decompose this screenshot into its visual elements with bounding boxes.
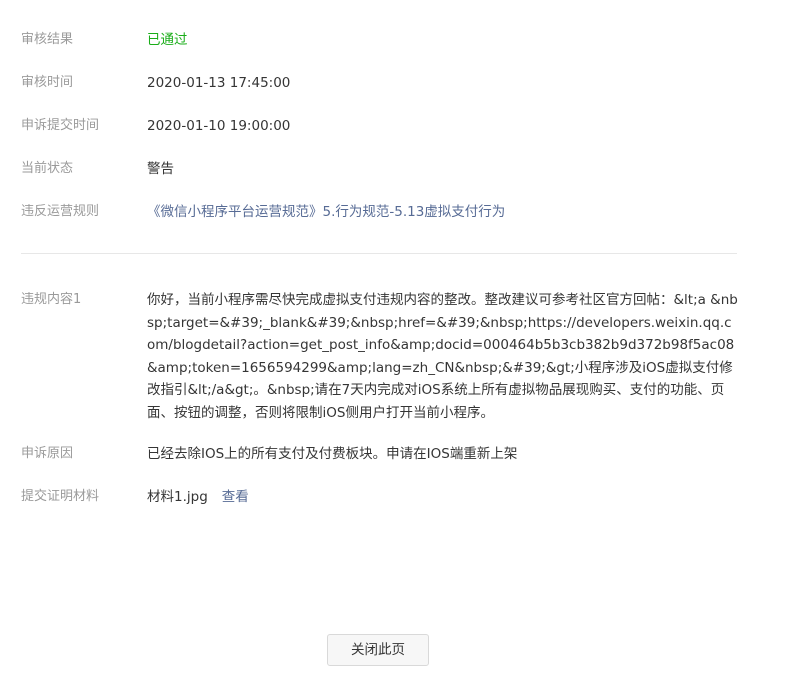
review-time-value: 2020-01-13 17:45:00 [147,75,291,91]
violated-rule-label: 违反运营规则 [21,204,100,219]
appeal-reason-label: 申诉原因 [21,446,74,461]
evidence-value: 材料1.jpg 查看 [147,486,249,508]
appeal-reason-value: 已经去除IOS上的所有支付及付费板块。申请在IOS端重新上架 [147,446,518,462]
current-status-value: 警告 [147,161,174,177]
appeal-submit-time-label: 申诉提交时间 [21,118,100,133]
section-divider [21,253,737,254]
view-evidence-link[interactable]: 查看 [222,489,249,505]
review-time-label: 审核时间 [21,75,74,90]
violation-content-label: 违规内容1 [21,292,82,307]
appeal-submit-time-value: 2020-01-10 19:00:00 [147,118,291,134]
violation-content-row: 违规内容1 你好，当前小程序需尽快完成虚拟支付违规内容的整改。整改建议可参考社区… [21,289,738,424]
evidence-label: 提交证明材料 [21,489,100,504]
close-page-button[interactable]: 关闭此页 [327,634,429,666]
violation-content-text: 你好，当前小程序需尽快完成虚拟支付违规内容的整改。整改建议可参考社区官方回帖：&… [147,292,738,421]
violated-rule-link[interactable]: 《微信小程序平台运营规范》5.行为规范-5.13虚拟支付行为 [147,201,505,223]
review-result-label: 审核结果 [21,32,74,47]
review-result-value: 已通过 [147,32,188,48]
current-status-label: 当前状态 [21,161,74,176]
evidence-file-name: 材料1.jpg [147,489,208,505]
